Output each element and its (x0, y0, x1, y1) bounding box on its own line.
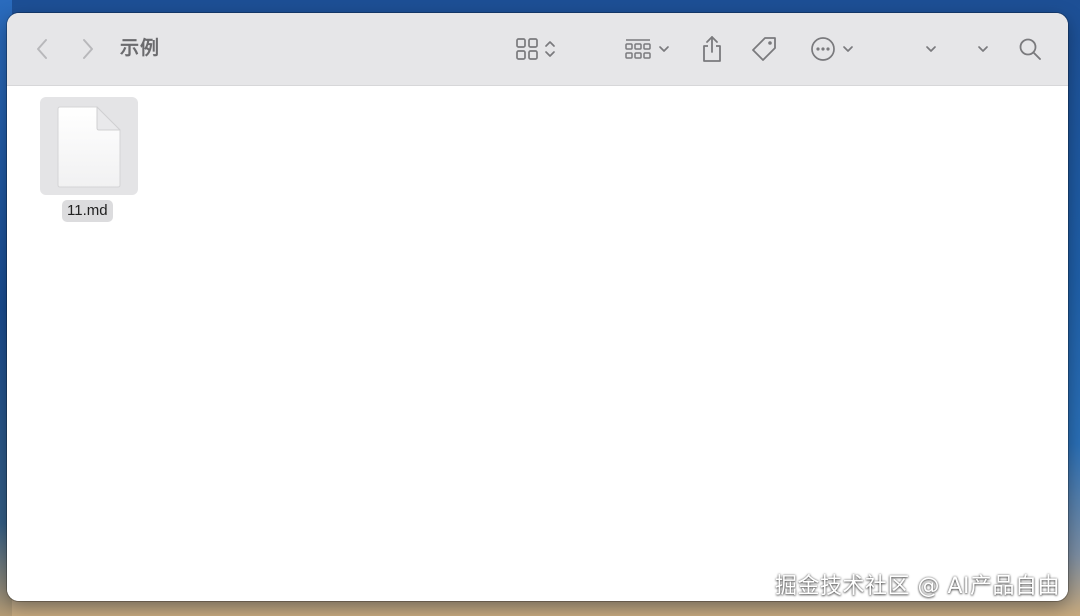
share-icon (703, 36, 721, 62)
more-actions-button[interactable] (806, 13, 858, 85)
toolbar: 示例 (7, 13, 1068, 86)
tag-icon (752, 37, 776, 61)
file-browser-content[interactable]: 11.md (7, 86, 1068, 601)
chevron-right-icon (83, 39, 93, 59)
chevron-down-icon (926, 46, 936, 52)
watermark-text: 掘金技术社区 @ AI产品自由 (774, 574, 1060, 599)
tags-button[interactable] (748, 13, 780, 85)
chevron-left-icon (37, 39, 47, 59)
file-name-label[interactable]: 11.md (62, 200, 113, 222)
share-button[interactable] (697, 13, 727, 85)
view-mode-button[interactable] (511, 13, 561, 85)
group-by-icon (625, 39, 651, 59)
chevron-down-icon (659, 46, 669, 52)
chevron-updown-icon (545, 41, 555, 57)
file-selection-highlight (40, 97, 138, 195)
chevron-down-icon (843, 46, 853, 52)
toolbar-dropdown-2[interactable] (973, 13, 993, 85)
back-button[interactable] (29, 13, 55, 85)
window-title: 示例 (120, 38, 161, 59)
group-by-button[interactable] (621, 13, 673, 85)
file-item[interactable]: 11.md (40, 97, 138, 227)
toolbar-dropdown-1[interactable] (921, 13, 941, 85)
search-icon (1019, 38, 1041, 60)
grid-view-icon (516, 38, 538, 60)
search-button[interactable] (1015, 13, 1045, 85)
chevron-down-icon (978, 46, 988, 52)
ellipsis-circle-icon (811, 37, 835, 61)
document-icon (57, 106, 121, 188)
finder-window: 示例 11.md (7, 13, 1068, 601)
forward-button[interactable] (75, 13, 101, 85)
